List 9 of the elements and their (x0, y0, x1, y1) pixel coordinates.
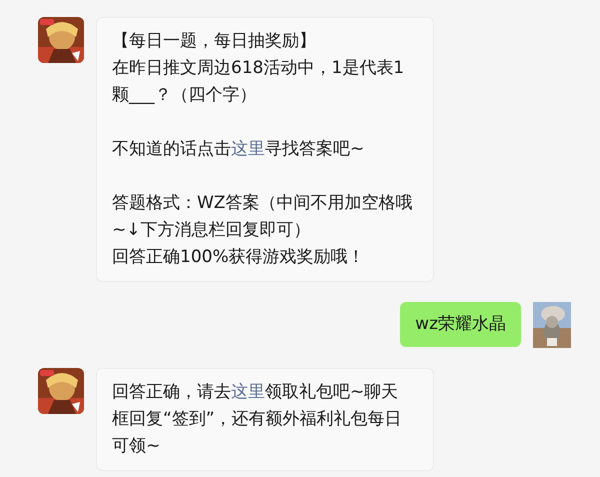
message-text: 回答正确，请去这里领取礼包吧~聊天框回复“签到”，还有额外福利礼包每日可领~ (112, 381, 403, 458)
message-text: wz荣耀水晶 (415, 313, 506, 336)
message-text: 答题格式：WZ答案（中间不用加空格哦~↓下方消息栏回复即可） (112, 192, 413, 242)
here-link[interactable]: 这里 (231, 382, 265, 402)
here-link[interactable]: 这里 (231, 139, 265, 159)
message-text: 【每日一题，每日抽奖励】 (112, 30, 317, 53)
message-text: 不知道的话点击这里寻找答案吧~ (112, 138, 366, 161)
message-text: 在昨日推文周边618活动中，1是代表1颗___？（四个字） (112, 57, 406, 107)
message-text: 回答正确100%获得游戏奖励哦！ (112, 246, 366, 269)
